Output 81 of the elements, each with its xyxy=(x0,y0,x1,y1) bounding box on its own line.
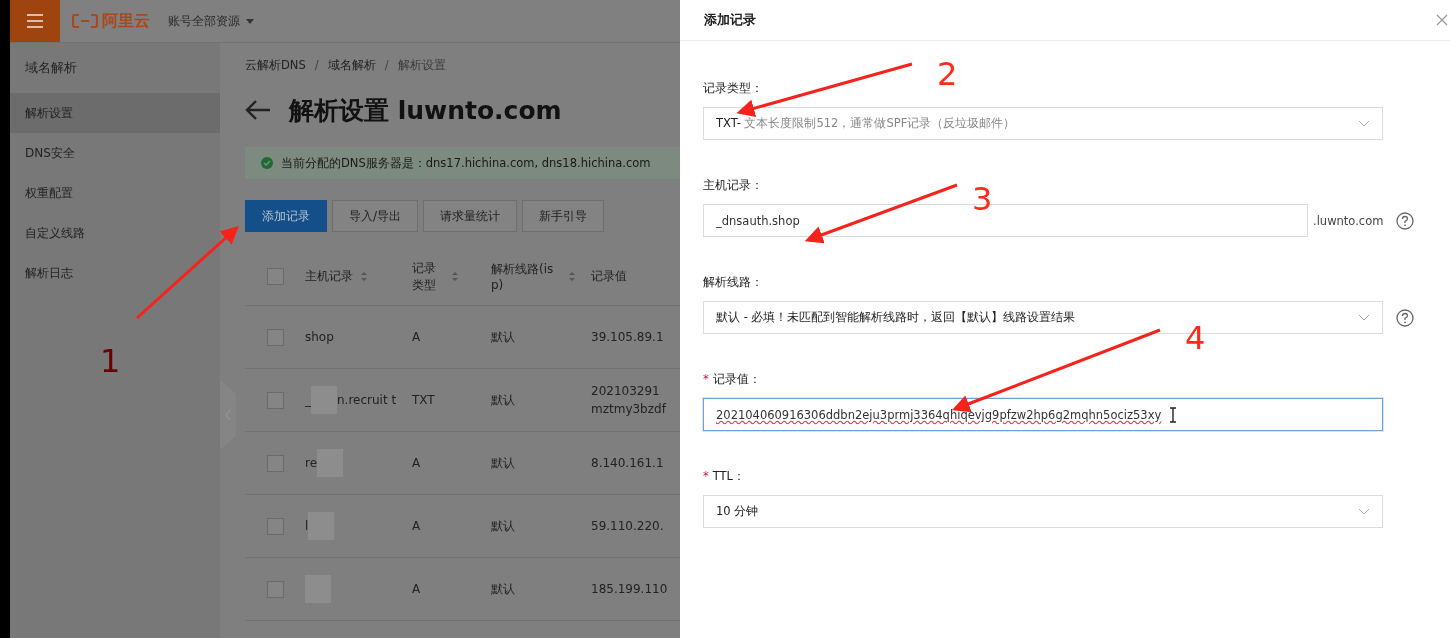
checkbox[interactable] xyxy=(266,268,284,285)
check-circle-icon xyxy=(261,157,273,169)
field-label: 记录值： xyxy=(712,371,761,387)
table-cell: A xyxy=(412,456,421,470)
table-cell-text: 202103291 mztmy3bzdf xyxy=(591,383,668,418)
page-title: 解析设置 luwnto.com xyxy=(289,94,562,127)
table-cell: A xyxy=(412,582,421,596)
field-label: 解析线路： xyxy=(703,274,763,290)
logo-text: 阿里云 xyxy=(102,10,150,32)
account-dropdown[interactable]: 账号全部资源 xyxy=(168,12,254,30)
table-cell-text: 39.105.89.1 xyxy=(591,329,665,346)
chevron-down-icon xyxy=(1358,508,1370,515)
table-cell: A xyxy=(412,519,421,533)
table-cell: 默认 xyxy=(491,392,515,407)
sidebar-item[interactable]: DNS安全 xyxy=(10,133,220,173)
sidebar-item[interactable]: 权重配置 xyxy=(10,173,220,213)
table-cell: 默认 xyxy=(491,518,515,533)
input-field[interactable]: 202104060916306ddbn2eju3prmj3364qhiqevjg9pfzw2hp6g2mqhn5ociz53xy xyxy=(703,398,1383,431)
breadcrumb-link[interactable]: 云解析DNS xyxy=(245,58,306,73)
table-cell: re xyxy=(305,456,318,470)
toolbar-button[interactable]: 新手引导 xyxy=(522,200,605,232)
column-header: 主机记录 xyxy=(305,268,353,285)
sidebar-item[interactable]: 解析日志 xyxy=(10,253,220,293)
annotation-number: 2 xyxy=(937,58,958,90)
checkbox[interactable] xyxy=(266,580,284,598)
breadcrumb-separator: / xyxy=(384,58,389,73)
back-arrow-icon[interactable] xyxy=(245,99,271,121)
select-value: TXT- 文本长度限制512，通常做SPF记录（反垃圾邮件） xyxy=(716,116,1016,131)
select-value: 10 分钟 xyxy=(716,504,759,519)
field-label: 主机记录： xyxy=(703,177,763,193)
select-field[interactable]: 10 分钟 xyxy=(703,495,1383,528)
checkbox[interactable] xyxy=(266,391,284,409)
table-cell: _ xyxy=(305,393,311,407)
sort-icon[interactable] xyxy=(569,272,575,281)
column-header: 记录值 xyxy=(591,268,627,285)
table-cell-text: n.recruit t xyxy=(337,393,398,407)
required-mark: * xyxy=(703,372,709,386)
table-cell: 默认 xyxy=(491,329,515,344)
toolbar-button[interactable]: 导入/导出 xyxy=(332,200,419,232)
sidebar-item[interactable]: 解析设置 xyxy=(10,93,220,133)
caret-down-icon xyxy=(246,18,254,24)
chevron-down-icon xyxy=(1358,314,1370,321)
required-mark: * xyxy=(703,469,709,483)
sort-icon[interactable] xyxy=(361,272,367,281)
field-label: TTL： xyxy=(712,468,745,484)
checkbox[interactable] xyxy=(266,454,284,472)
drawer-title: 添加记录 xyxy=(704,11,756,29)
sidebar-title: 域名解析 xyxy=(24,59,78,77)
logo-icon xyxy=(72,14,98,28)
sort-icon[interactable] xyxy=(452,272,458,281)
checkbox[interactable] xyxy=(266,328,284,346)
breadcrumb-separator: / xyxy=(314,58,319,73)
help-icon[interactable] xyxy=(1396,211,1415,230)
table-cell: shop xyxy=(305,330,334,344)
table-cell-text: 8.140.161.1 xyxy=(591,455,665,472)
select-value: 默认 - 必填！未匹配到智能解析线路时，返回【默认】线路设置结果 xyxy=(716,310,1076,325)
table-cell: 默认 xyxy=(491,455,515,470)
table-cell: TXT xyxy=(412,393,435,407)
table-cell: 默认 xyxy=(491,581,515,596)
select-field[interactable]: TXT- 文本长度限制512，通常做SPF记录（反垃圾邮件） xyxy=(703,107,1383,140)
table-cell-text: 59.110.220. xyxy=(591,518,665,535)
help-icon[interactable] xyxy=(1396,308,1414,327)
close-icon[interactable] xyxy=(1436,14,1448,26)
alert-text: 当前分配的DNS服务器是：dns17.hichina.com, dns18.hichina.com xyxy=(281,155,651,171)
column-header: 解析线路(isp) xyxy=(491,261,555,292)
domain-suffix: .luwnto.com xyxy=(1313,213,1384,228)
menu-icon xyxy=(27,14,43,28)
add-record-button[interactable]: 添加记录 xyxy=(245,200,327,232)
chevron-down-icon xyxy=(1358,120,1370,127)
toolbar-button[interactable]: 请求量统计 xyxy=(423,200,518,232)
column-header: 记录类型 xyxy=(412,259,437,294)
table-cell-text: 185.199.110 xyxy=(591,581,669,598)
checkbox[interactable] xyxy=(266,517,284,535)
menu-button[interactable] xyxy=(10,0,60,42)
sidebar-item[interactable]: 自定义线路 xyxy=(10,213,220,253)
text-cursor-icon xyxy=(1169,406,1178,423)
breadcrumb-link[interactable]: 域名解析 xyxy=(327,58,376,73)
table-cell: A xyxy=(412,330,421,344)
field-label: 记录类型： xyxy=(703,80,763,96)
table-cell: l xyxy=(305,519,309,533)
annotation-number: 1 xyxy=(100,345,121,377)
